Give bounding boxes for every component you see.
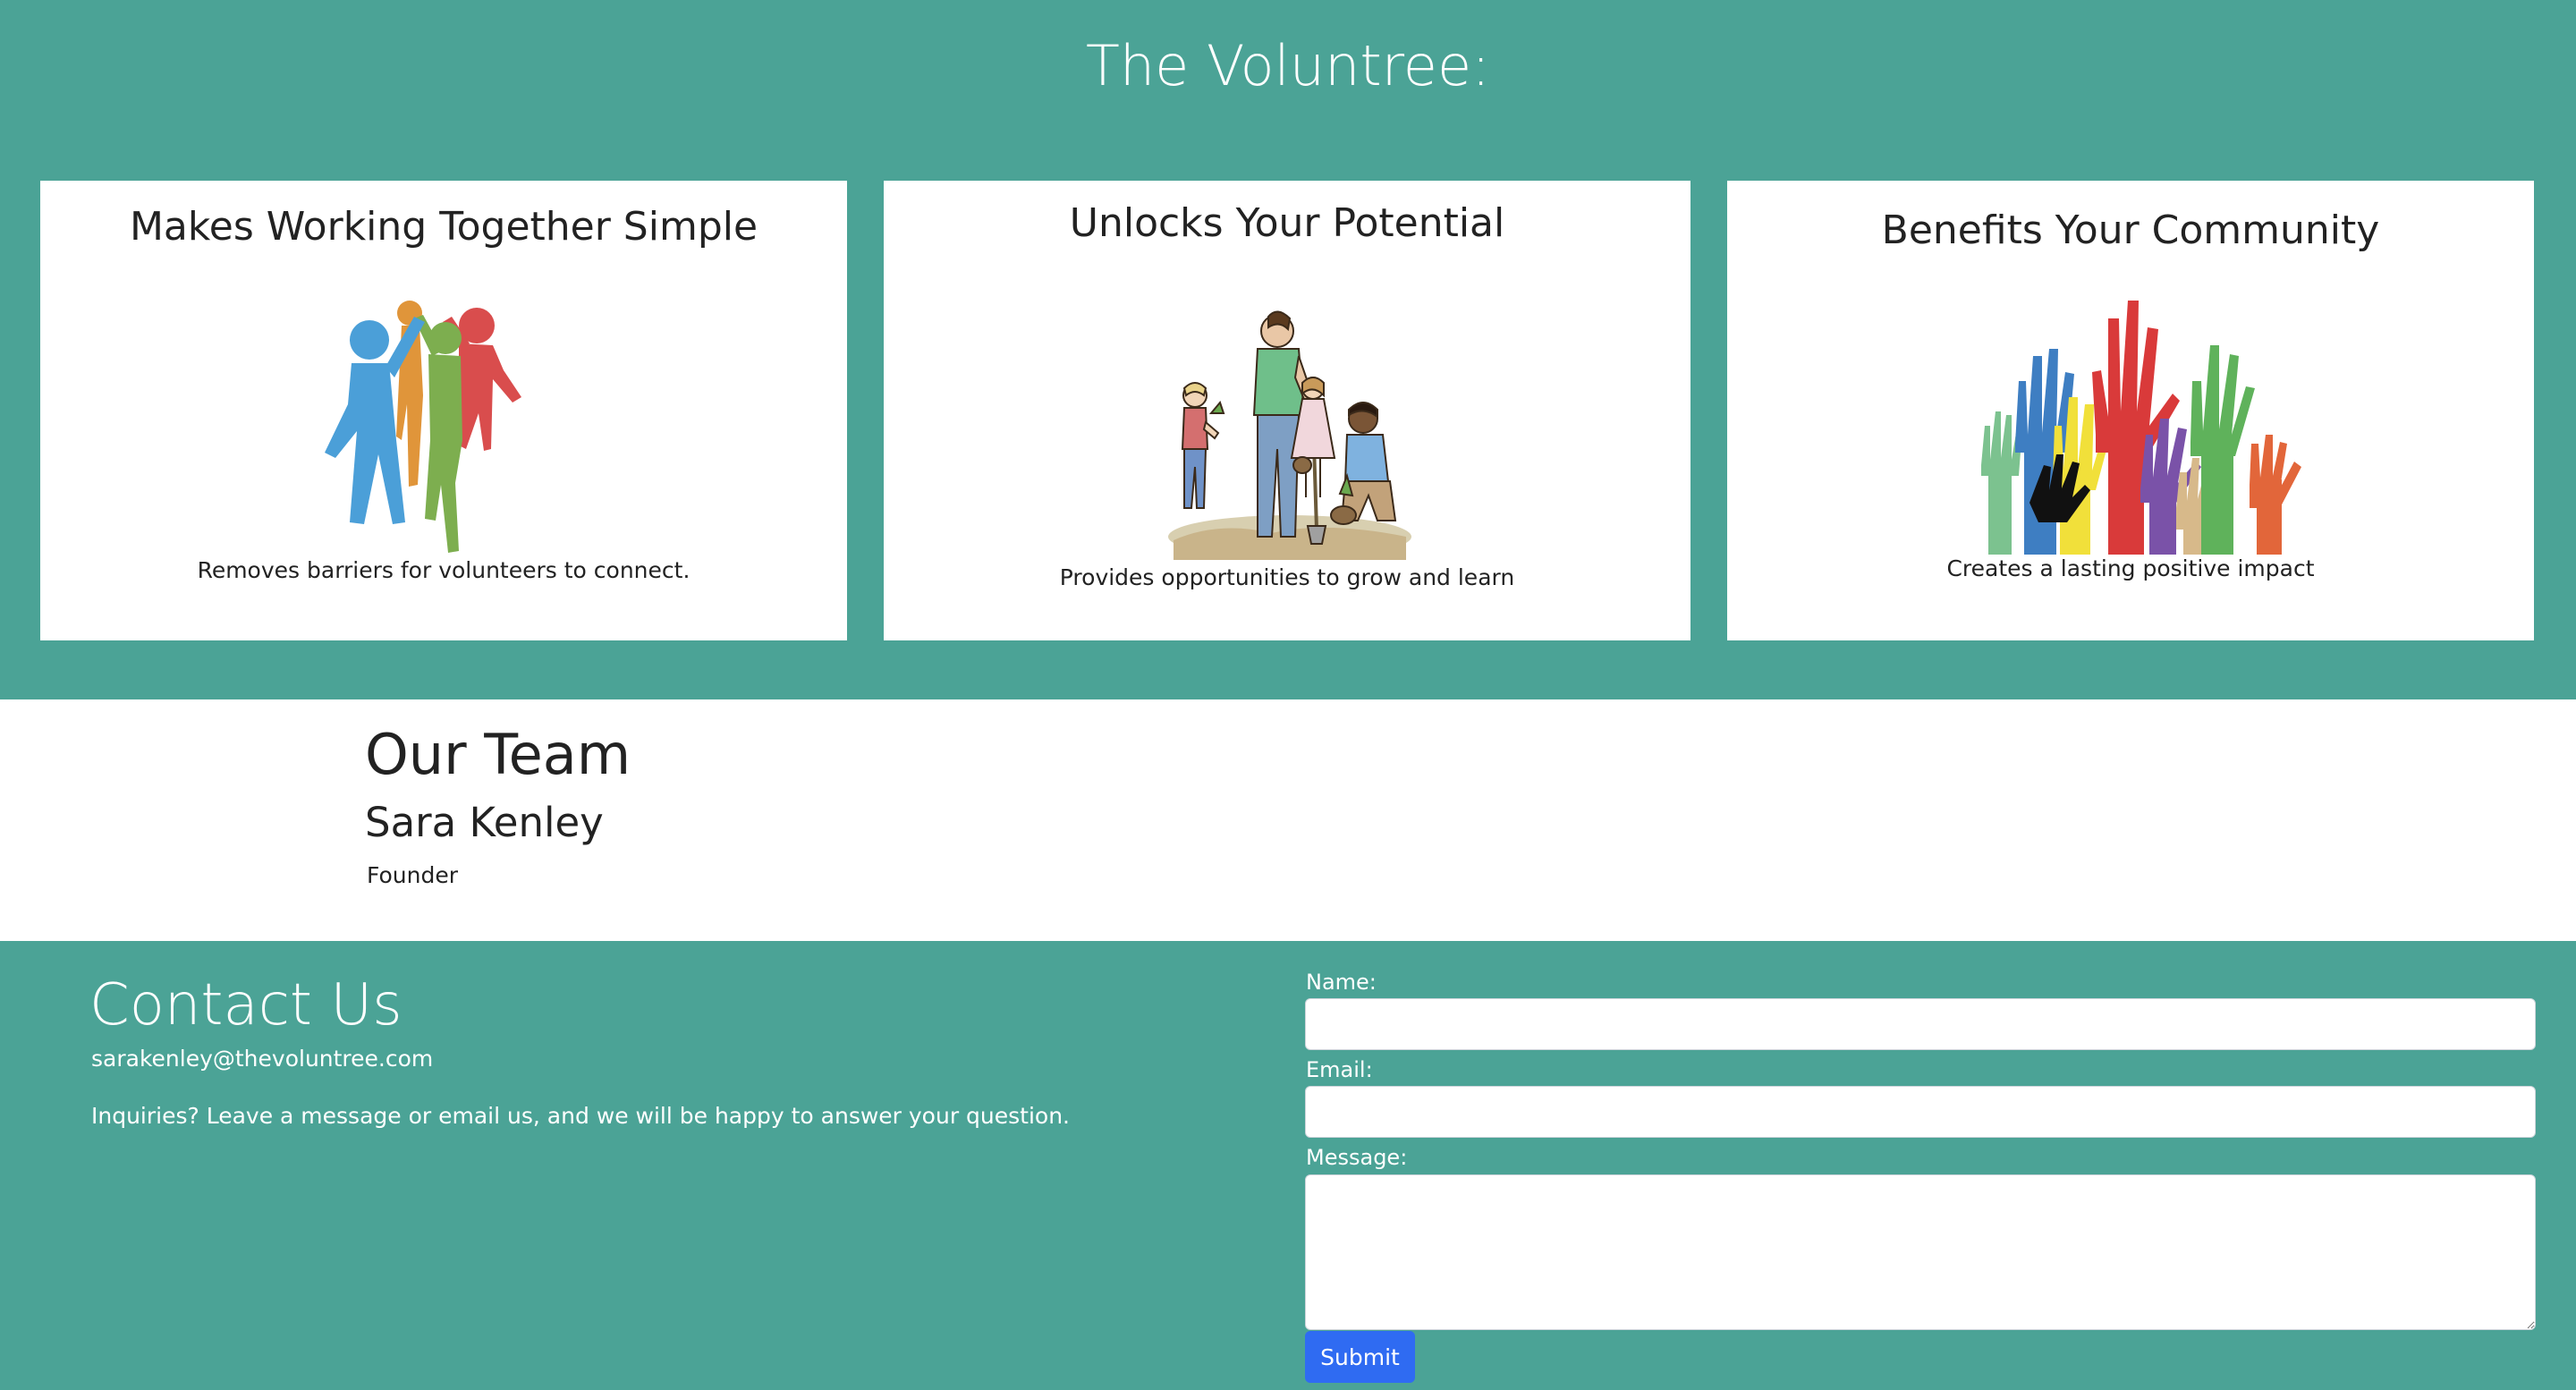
email-input[interactable] (1305, 1086, 2536, 1138)
hero-title: The Voluntree: (1086, 33, 1490, 98)
team-member-role: Founder (367, 862, 459, 888)
team-section: Our Team Sara Kenley Founder (0, 699, 2576, 941)
submit-button[interactable]: Submit (1305, 1331, 1415, 1383)
card-caption: Removes barriers for volunteers to conne… (197, 557, 691, 583)
card-caption: Creates a lasting positive impact (1946, 555, 2315, 581)
people-high-five-icon (325, 301, 521, 553)
feature-card-potential: Unlocks Your Potential Provides opportun… (884, 181, 1690, 640)
feature-card-working-together: Makes Working Together Simple Removes ba… (40, 181, 847, 640)
family-planting-trees-illustration (1168, 310, 1411, 560)
message-textarea[interactable] (1305, 1174, 2536, 1330)
message-label: Message: (1306, 1145, 1408, 1170)
card-title: Benefits Your Community (1881, 208, 2380, 253)
hero-section: The Voluntree: Makes Working Together Si… (0, 0, 2576, 699)
raised-colorful-hands-icon (1981, 301, 2301, 555)
card-caption: Provides opportunities to grow and learn (1059, 564, 1515, 590)
contact-note: Inquiries? Leave a message or email us, … (91, 1103, 1071, 1129)
name-input[interactable] (1305, 998, 2536, 1050)
contact-email: sarakenley@thevoluntree.com (91, 1046, 434, 1072)
feature-card-community: Benefits Your Community Creates a lastin… (1727, 181, 2534, 640)
name-label: Name: (1306, 970, 1377, 995)
contact-section: Contact Us sarakenley@thevoluntree.com I… (0, 941, 2576, 1390)
team-title: Our Team (365, 722, 631, 787)
email-label: Email: (1306, 1057, 1373, 1082)
contact-title: Contact Us (89, 972, 402, 1038)
card-title: Unlocks Your Potential (1069, 200, 1505, 246)
team-member-name: Sara Kenley (365, 799, 604, 846)
card-title: Makes Working Together Simple (129, 204, 758, 250)
